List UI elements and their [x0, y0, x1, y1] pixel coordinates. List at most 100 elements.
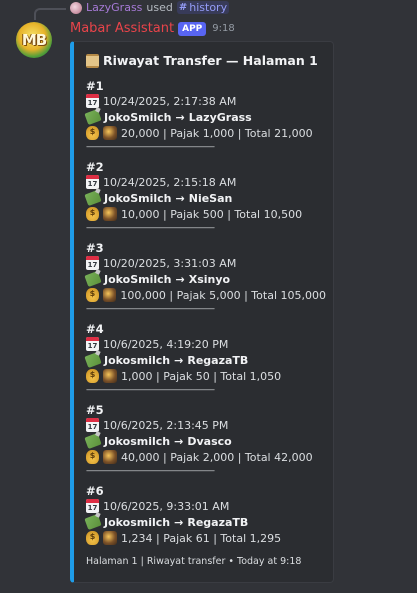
- money-with-wings-icon: [84, 108, 102, 126]
- entry-to: RegazaTB: [187, 353, 249, 367]
- money-bag-icon: [86, 126, 99, 140]
- coin-icon: [103, 207, 117, 221]
- entry-separator: ————————————————: [86, 385, 215, 395]
- message-timestamp[interactable]: 9:18: [212, 23, 234, 34]
- slash-command-chip[interactable]: # history: [176, 1, 230, 14]
- entry-number: #6: [86, 484, 104, 498]
- entry-datetime: 10/24/2025, 2:17:38 AM: [103, 94, 237, 108]
- coin-icon: [103, 126, 117, 140]
- transfer-entry: #5 10/6/2025, 2:13:45 PM Jokosmilch → Dv…: [84, 403, 326, 477]
- transfer-entry: #6 10/6/2025, 9:33:01 AM Jokosmilch → Re…: [84, 484, 326, 546]
- coin-icon: [103, 369, 117, 383]
- money-with-wings-icon: [84, 270, 102, 288]
- entry-transfer-line: JokoSmilch → LazyGrass: [84, 108, 326, 126]
- entry-number: #1: [86, 79, 104, 93]
- money-with-wings-icon: [84, 189, 102, 207]
- embed-card: Riwayat Transfer — Halaman 1 #1 10/24/20…: [70, 41, 334, 583]
- money-with-wings-icon: [84, 432, 102, 450]
- reply-context[interactable]: LazyGrass used # history: [70, 1, 230, 14]
- slash-command-icon: #: [178, 2, 188, 13]
- slash-command-name: history: [189, 1, 228, 14]
- entry-amount: 1,000 | Pajak 50 | Total 1,050: [121, 369, 282, 383]
- arrow-right-icon: →: [175, 110, 185, 124]
- entry-transfer-line: JokoSmilch → NieSan: [84, 189, 326, 207]
- calendar-icon: [86, 418, 99, 432]
- entry-datetime: 10/6/2025, 2:13:45 PM: [103, 418, 229, 432]
- entry-from: JokoSmilch: [104, 110, 172, 124]
- money-bag-icon: [86, 288, 99, 302]
- calendar-icon: [86, 175, 99, 189]
- entry-date-line: 10/24/2025, 2:15:18 AM: [86, 174, 326, 190]
- coin-icon: [103, 450, 117, 464]
- entry-datetime: 10/20/2025, 3:31:03 AM: [103, 256, 237, 270]
- calendar-icon: [86, 337, 99, 351]
- calendar-icon: [86, 256, 99, 270]
- entry-amount: 100,000 | Pajak 5,000 | Total 105,000: [120, 288, 326, 302]
- entry-to: LazyGrass: [188, 110, 252, 124]
- bot-username[interactable]: Mabar Assistant: [70, 21, 174, 36]
- embed-title: Riwayat Transfer — Halaman 1: [86, 53, 318, 68]
- reply-user-avatar[interactable]: [70, 1, 82, 14]
- entry-amount-line: 1,234 | Pajak 61 | Total 1,295: [86, 530, 326, 546]
- entry-amount-line: 20,000 | Pajak 1,000 | Total 21,000: [86, 125, 326, 141]
- money-bag-icon: [86, 369, 99, 383]
- entry-amount-line: 1,000 | Pajak 50 | Total 1,050: [86, 368, 326, 384]
- entry-from: JokoSmilch: [104, 272, 172, 286]
- entry-to: Dvasco: [187, 434, 232, 448]
- entry-to: NieSan: [188, 191, 233, 205]
- entry-amount: 20,000 | Pajak 1,000 | Total 21,000: [121, 126, 313, 140]
- entry-date-line: 10/6/2025, 4:19:20 PM: [86, 336, 326, 352]
- entry-amount-line: 40,000 | Pajak 2,000 | Total 42,000: [86, 449, 326, 465]
- entry-amount-line: 100,000 | Pajak 5,000 | Total 105,000: [86, 287, 326, 303]
- entry-separator: ————————————————: [86, 142, 215, 152]
- money-bag-icon: [86, 531, 99, 545]
- entry-number: #4: [86, 322, 104, 336]
- money-with-wings-icon: [84, 351, 102, 369]
- entry-amount: 10,000 | Pajak 500 | Total 10,500: [121, 207, 303, 221]
- entry-to: RegazaTB: [187, 515, 249, 529]
- transfer-entry: #2 10/24/2025, 2:15:18 AM JokoSmilch → N…: [84, 160, 326, 234]
- entry-from: JokoSmilch: [104, 191, 172, 205]
- entry-transfer-line: Jokosmilch → RegazaTB: [84, 513, 326, 531]
- entry-transfer-line: Jokosmilch → Dvasco: [84, 432, 326, 450]
- calendar-icon: [86, 499, 99, 513]
- embed-title-text: Riwayat Transfer — Halaman 1: [103, 53, 318, 68]
- arrow-right-icon: →: [174, 353, 184, 367]
- entry-transfer-line: Jokosmilch → RegazaTB: [84, 351, 326, 369]
- entry-separator: ————————————————: [86, 223, 215, 233]
- entry-number: #3: [86, 241, 104, 255]
- coin-icon: [102, 288, 117, 302]
- bot-avatar[interactable]: MB: [16, 22, 52, 58]
- entry-date-line: 10/20/2025, 3:31:03 AM: [86, 255, 326, 271]
- entry-number: #2: [86, 160, 104, 174]
- transfer-entry: #1 10/24/2025, 2:17:38 AM JokoSmilch → L…: [84, 79, 326, 153]
- money-bag-icon: [86, 207, 99, 221]
- reply-username[interactable]: LazyGrass: [86, 1, 142, 14]
- bot-avatar-logo: MB: [21, 31, 47, 49]
- transfer-entry: #3 10/20/2025, 3:31:03 AM JokoSmilch → X…: [84, 241, 326, 315]
- entry-date-line: 10/24/2025, 2:17:38 AM: [86, 93, 326, 109]
- reply-connector: [34, 8, 66, 20]
- entry-from: Jokosmilch: [104, 434, 171, 448]
- entry-date-line: 10/6/2025, 9:33:01 AM: [86, 498, 326, 514]
- coin-icon: [103, 531, 117, 545]
- arrow-right-icon: →: [174, 434, 184, 448]
- entry-datetime: 10/6/2025, 4:19:20 PM: [103, 337, 229, 351]
- entry-amount-line: 10,000 | Pajak 500 | Total 10,500: [86, 206, 326, 222]
- entry-from: Jokosmilch: [104, 353, 171, 367]
- entry-amount: 1,234 | Pajak 61 | Total 1,295: [121, 531, 282, 545]
- money-bag-icon: [86, 450, 99, 464]
- entry-datetime: 10/24/2025, 2:15:18 AM: [103, 175, 237, 189]
- arrow-right-icon: →: [174, 515, 184, 529]
- calendar-icon: [86, 94, 99, 108]
- app-badge: APP: [178, 21, 207, 36]
- entry-separator: ————————————————: [86, 466, 215, 476]
- entry-date-line: 10/6/2025, 2:13:45 PM: [86, 417, 326, 433]
- transfer-entry: #4 10/6/2025, 4:19:20 PM Jokosmilch → Re…: [84, 322, 326, 396]
- entry-amount: 40,000 | Pajak 2,000 | Total 42,000: [121, 450, 313, 464]
- scroll-icon: [86, 53, 99, 68]
- entry-separator: ————————————————: [86, 304, 215, 314]
- entry-number: #5: [86, 403, 104, 417]
- arrow-right-icon: →: [175, 272, 185, 286]
- entry-transfer-line: JokoSmilch → Xsinyo: [84, 270, 326, 288]
